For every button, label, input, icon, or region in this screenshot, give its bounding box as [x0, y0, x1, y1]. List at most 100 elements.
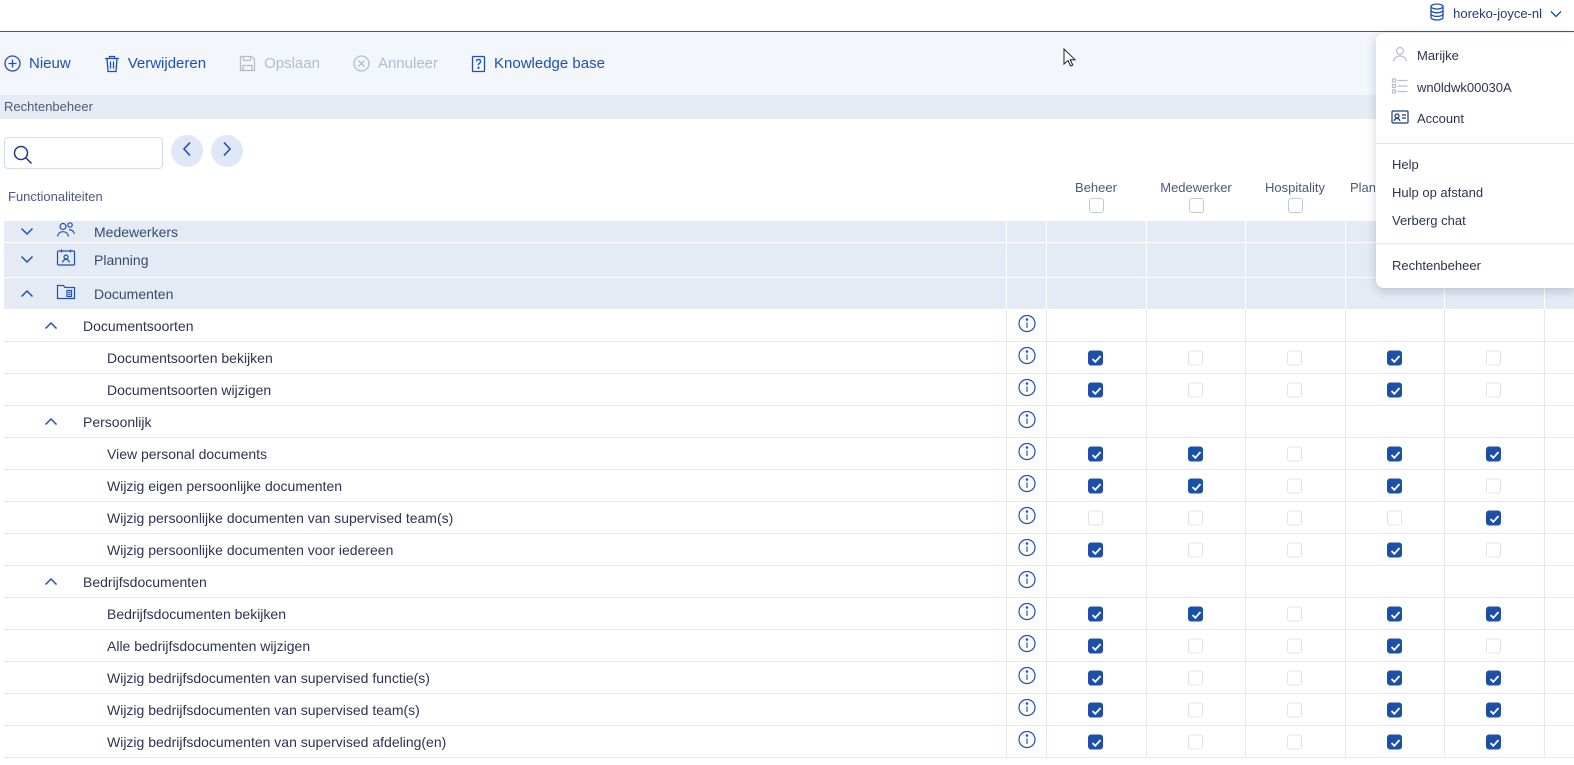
permission-checkbox[interactable] — [1188, 478, 1203, 493]
info-icon[interactable] — [1018, 410, 1036, 433]
chevron-down-icon[interactable] — [20, 223, 34, 241]
permission-checkbox[interactable] — [1287, 510, 1302, 525]
permission-checkbox[interactable] — [1188, 734, 1203, 749]
group-row[interactable]: Bedrijfsdocumenten — [4, 566, 1574, 598]
permission-checkbox[interactable] — [1486, 606, 1501, 621]
permission-checkbox[interactable] — [1287, 702, 1302, 717]
permission-checkbox[interactable] — [1088, 478, 1103, 493]
permission-checkbox[interactable] — [1287, 446, 1302, 461]
permission-checkbox[interactable] — [1088, 510, 1103, 525]
chevron-up-icon[interactable] — [44, 573, 58, 591]
permission-checkbox[interactable] — [1287, 638, 1302, 653]
permission-checkbox[interactable] — [1486, 382, 1501, 397]
permission-checkbox[interactable] — [1188, 382, 1203, 397]
select-all-checkbox[interactable] — [1287, 198, 1303, 213]
group-row[interactable]: Persoonlijk — [4, 406, 1574, 438]
permission-checkbox[interactable] — [1486, 542, 1501, 557]
chevron-up-icon[interactable] — [20, 285, 34, 303]
chevron-down-icon[interactable] — [20, 251, 34, 269]
permission-checkbox[interactable] — [1387, 734, 1402, 749]
delete-button[interactable]: Verwijderen — [104, 55, 206, 73]
permission-checkbox[interactable] — [1387, 382, 1402, 397]
permission-checkbox[interactable] — [1287, 542, 1302, 557]
info-icon[interactable] — [1018, 314, 1036, 337]
menu-item-user[interactable]: Marijke — [1391, 45, 1459, 66]
permission-checkbox[interactable] — [1088, 542, 1103, 557]
info-icon[interactable] — [1018, 506, 1036, 529]
category-row[interactable]: Planning — [4, 243, 1574, 278]
permission-checkbox[interactable] — [1088, 350, 1103, 365]
permission-checkbox[interactable] — [1188, 446, 1203, 461]
info-icon[interactable] — [1018, 474, 1036, 497]
permission-checkbox[interactable] — [1088, 606, 1103, 621]
category-row[interactable]: Medewerkers — [4, 221, 1574, 243]
permission-checkbox[interactable] — [1387, 606, 1402, 621]
info-icon[interactable] — [1018, 538, 1036, 561]
permission-checkbox[interactable] — [1387, 510, 1402, 525]
permission-checkbox[interactable] — [1387, 670, 1402, 685]
category-row[interactable]: Documenten — [4, 278, 1574, 310]
info-icon[interactable] — [1018, 698, 1036, 721]
permission-checkbox[interactable] — [1088, 734, 1103, 749]
permission-checkbox[interactable] — [1387, 638, 1402, 653]
search-field[interactable] — [4, 137, 163, 169]
info-icon[interactable] — [1018, 730, 1036, 753]
menu-item-hide-chat[interactable]: Verberg chat — [1392, 213, 1466, 228]
menu-item-remote-help[interactable]: Hulp op afstand — [1392, 185, 1483, 200]
permission-checkbox[interactable] — [1088, 670, 1103, 685]
permission-checkbox[interactable] — [1486, 446, 1501, 461]
knowledge-base-button[interactable]: Knowledge base — [471, 55, 605, 73]
new-button[interactable]: Nieuw — [4, 55, 71, 72]
search-input[interactable] — [41, 142, 157, 164]
permission-checkbox[interactable] — [1088, 638, 1103, 653]
permission-checkbox[interactable] — [1486, 638, 1501, 653]
permission-checkbox[interactable] — [1287, 670, 1302, 685]
permission-checkbox[interactable] — [1188, 350, 1203, 365]
permission-checkbox[interactable] — [1387, 702, 1402, 717]
permission-checkbox[interactable] — [1287, 382, 1302, 397]
cancel-button[interactable]: Annuleer — [353, 55, 438, 72]
select-all-checkbox[interactable] — [1188, 198, 1204, 213]
info-icon[interactable] — [1018, 634, 1036, 657]
permission-checkbox[interactable] — [1088, 446, 1103, 461]
permission-checkbox[interactable] — [1486, 670, 1501, 685]
info-icon[interactable] — [1018, 602, 1036, 625]
menu-item-help[interactable]: Help — [1392, 157, 1419, 172]
permission-checkbox[interactable] — [1188, 702, 1203, 717]
group-row[interactable]: Documentsoorten — [4, 310, 1574, 342]
permission-checkbox[interactable] — [1088, 702, 1103, 717]
permission-checkbox[interactable] — [1188, 542, 1203, 557]
chevron-up-icon[interactable] — [44, 317, 58, 335]
previous-button[interactable] — [171, 135, 203, 167]
info-icon[interactable] — [1018, 442, 1036, 465]
chevron-up-icon[interactable] — [44, 413, 58, 431]
permission-checkbox[interactable] — [1287, 478, 1302, 493]
next-button[interactable] — [211, 135, 243, 167]
menu-item-rights[interactable]: Rechtenbeheer — [1392, 258, 1481, 273]
permission-checkbox[interactable] — [1287, 350, 1302, 365]
permission-checkbox[interactable] — [1188, 606, 1203, 621]
permission-checkbox[interactable] — [1287, 606, 1302, 621]
info-icon[interactable] — [1018, 666, 1036, 689]
tenant-selector[interactable]: horeko-joyce-nl — [1429, 2, 1562, 24]
permission-checkbox[interactable] — [1188, 638, 1203, 653]
permission-checkbox[interactable] — [1486, 510, 1501, 525]
menu-item-code[interactable]: wn0ldwk00030A — [1391, 77, 1512, 98]
permission-checkbox[interactable] — [1188, 510, 1203, 525]
permission-checkbox[interactable] — [1188, 670, 1203, 685]
permission-checkbox[interactable] — [1387, 542, 1402, 557]
permission-checkbox[interactable] — [1387, 446, 1402, 461]
permission-checkbox[interactable] — [1486, 702, 1501, 717]
info-icon[interactable] — [1018, 378, 1036, 401]
permission-checkbox[interactable] — [1486, 478, 1501, 493]
select-all-checkbox[interactable] — [1088, 198, 1104, 213]
info-icon[interactable] — [1018, 570, 1036, 593]
info-icon[interactable] — [1018, 346, 1036, 369]
permission-checkbox[interactable] — [1387, 478, 1402, 493]
save-button[interactable]: Opslaan — [239, 55, 320, 72]
menu-item-account[interactable]: Account — [1391, 109, 1464, 128]
permission-checkbox[interactable] — [1088, 382, 1103, 397]
permission-checkbox[interactable] — [1287, 734, 1302, 749]
permission-checkbox[interactable] — [1486, 734, 1501, 749]
permission-checkbox[interactable] — [1486, 350, 1501, 365]
